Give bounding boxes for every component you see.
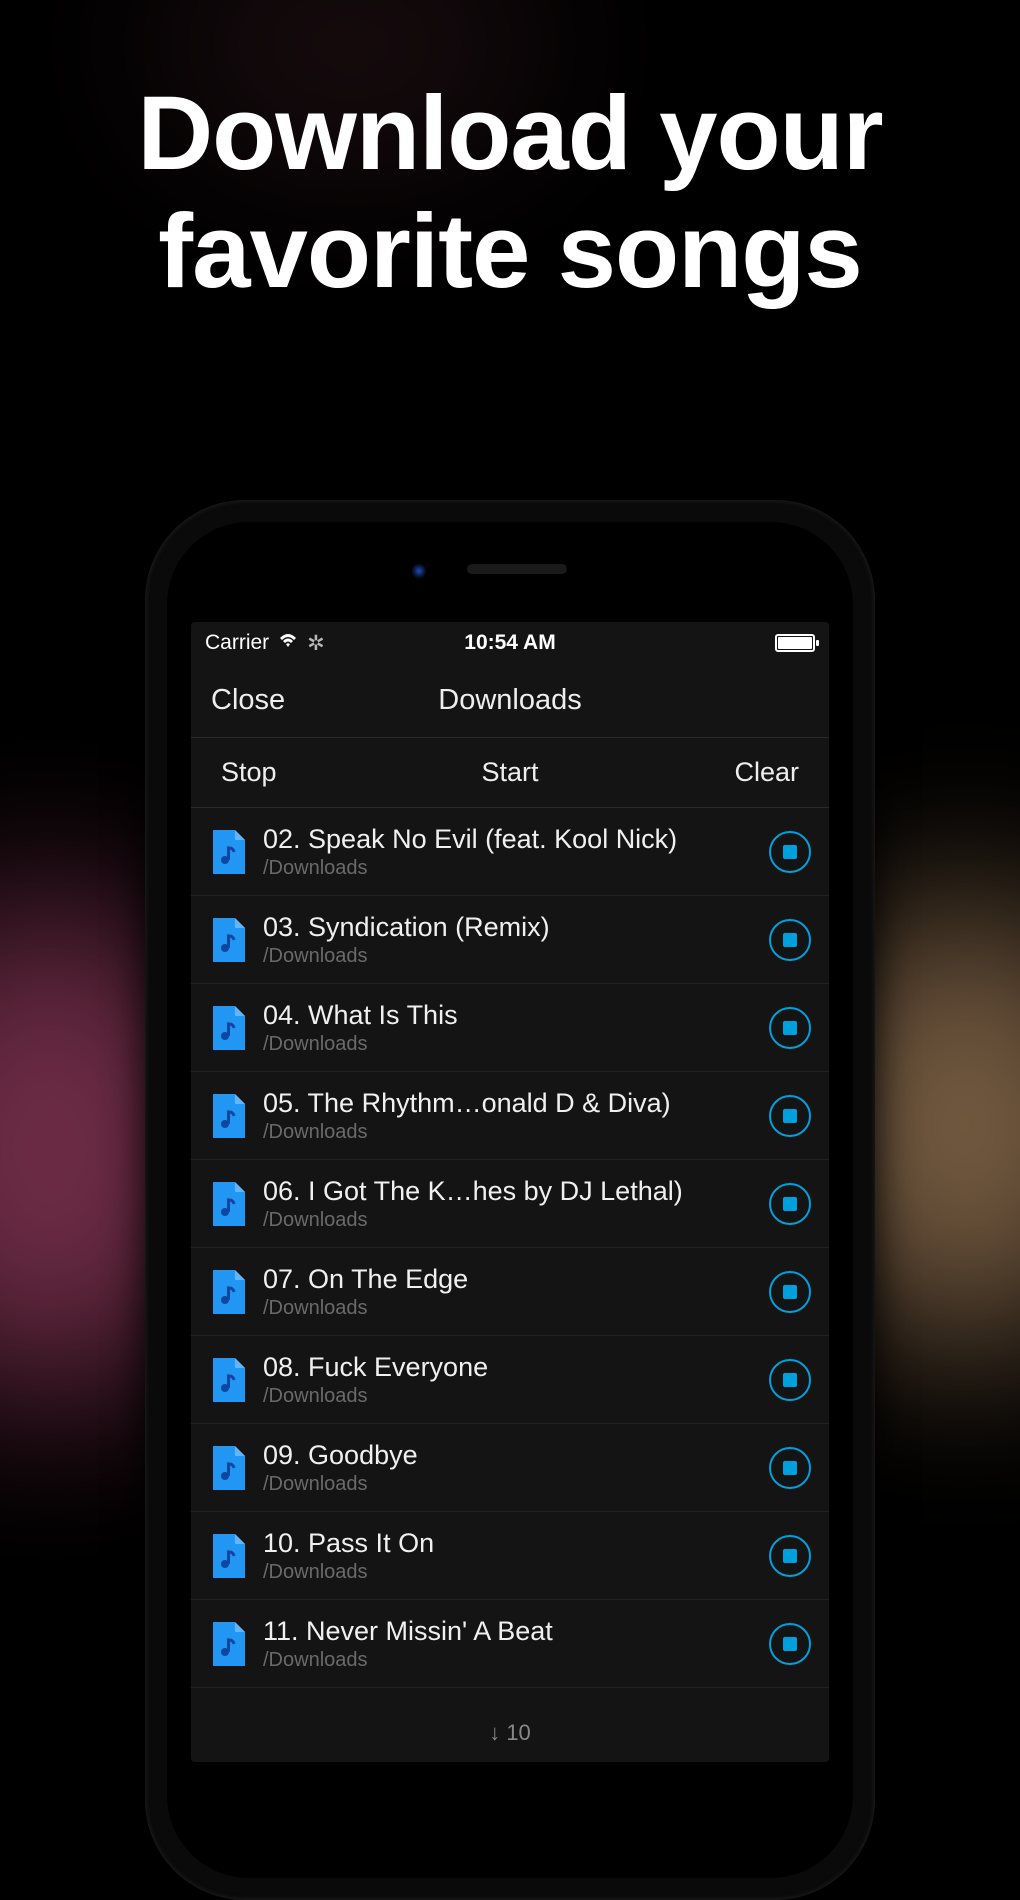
song-path: /Downloads — [263, 1385, 751, 1408]
song-title: 08. Fuck Everyone — [263, 1352, 751, 1383]
row-text: 08. Fuck Everyone /Downloads — [263, 1352, 751, 1408]
list-item[interactable]: 06. I Got The K…hes by DJ Lethal) /Downl… — [191, 1160, 829, 1248]
song-title: 04. What Is This — [263, 1000, 751, 1031]
music-file-icon — [211, 1006, 245, 1050]
music-file-icon — [211, 1270, 245, 1314]
music-file-icon — [211, 1094, 245, 1138]
status-bar: Carrier ✲ 10:54 AM — [191, 622, 829, 664]
music-file-icon — [211, 918, 245, 962]
speaker-icon — [467, 564, 567, 574]
headline-line: favorite songs — [158, 193, 862, 310]
list-item[interactable]: 11. Never Missin' A Beat /Downloads — [191, 1600, 829, 1688]
stop-download-button[interactable] — [769, 1095, 811, 1137]
stop-all-button[interactable]: Stop — [221, 757, 414, 788]
headline-line: Download your — [137, 75, 882, 192]
song-title: 02. Speak No Evil (feat. Kool Nick) — [263, 824, 751, 855]
list-item[interactable]: 07. On The Edge /Downloads — [191, 1248, 829, 1336]
close-button[interactable]: Close — [211, 684, 410, 717]
row-text: 11. Never Missin' A Beat /Downloads — [263, 1616, 751, 1672]
song-title: 07. On The Edge — [263, 1264, 751, 1295]
phone-screen: Carrier ✲ 10:54 AM Close Downloads Stop — [191, 622, 829, 1762]
clear-button[interactable]: Clear — [606, 757, 799, 788]
list-item[interactable]: 04. What Is This /Downloads — [191, 984, 829, 1072]
list-item[interactable]: 03. Syndication (Remix) /Downloads — [191, 896, 829, 984]
stop-download-button[interactable] — [769, 1359, 811, 1401]
song-title: 05. The Rhythm…onald D & Diva) — [263, 1088, 751, 1119]
list-item[interactable]: 02. Speak No Evil (feat. Kool Nick) /Dow… — [191, 808, 829, 896]
statusbar-time: 10:54 AM — [408, 631, 611, 655]
song-path: /Downloads — [263, 1209, 751, 1232]
music-file-icon — [211, 1358, 245, 1402]
marketing-headline: Download your favorite songs — [0, 75, 1020, 310]
stop-download-button[interactable] — [769, 831, 811, 873]
carrier-label: Carrier — [205, 631, 269, 655]
song-title: 03. Syndication (Remix) — [263, 912, 751, 943]
row-text: 03. Syndication (Remix) /Downloads — [263, 912, 751, 968]
row-text: 04. What Is This /Downloads — [263, 1000, 751, 1056]
song-path: /Downloads — [263, 1033, 751, 1056]
stop-download-button[interactable] — [769, 1535, 811, 1577]
phone-top — [177, 532, 843, 622]
phone-frame: Carrier ✲ 10:54 AM Close Downloads Stop — [145, 500, 875, 1900]
camera-icon — [412, 564, 426, 578]
music-file-icon — [211, 830, 245, 874]
stop-download-button[interactable] — [769, 1447, 811, 1489]
footer-count: ↓ 10 — [191, 1704, 829, 1762]
list-item[interactable]: 05. The Rhythm…onald D & Diva) /Download… — [191, 1072, 829, 1160]
music-file-icon — [211, 1446, 245, 1490]
row-text: 09. Goodbye /Downloads — [263, 1440, 751, 1496]
stop-download-button[interactable] — [769, 919, 811, 961]
song-title: 10. Pass It On — [263, 1528, 751, 1559]
nav-bar: Close Downloads — [191, 664, 829, 738]
song-path: /Downloads — [263, 857, 751, 880]
music-file-icon — [211, 1534, 245, 1578]
downloads-list[interactable]: 02. Speak No Evil (feat. Kool Nick) /Dow… — [191, 808, 829, 1704]
song-path: /Downloads — [263, 1649, 751, 1672]
stop-download-button[interactable] — [769, 1623, 811, 1665]
song-title: 06. I Got The K…hes by DJ Lethal) — [263, 1176, 751, 1207]
song-path: /Downloads — [263, 1297, 751, 1320]
statusbar-left: Carrier ✲ — [205, 631, 408, 656]
stop-download-button[interactable] — [769, 1183, 811, 1225]
list-item[interactable]: 08. Fuck Everyone /Downloads — [191, 1336, 829, 1424]
song-path: /Downloads — [263, 1473, 751, 1496]
stop-download-button[interactable] — [769, 1007, 811, 1049]
row-text: 02. Speak No Evil (feat. Kool Nick) /Dow… — [263, 824, 751, 880]
page-title: Downloads — [410, 684, 609, 717]
battery-icon — [775, 634, 815, 652]
statusbar-right — [612, 634, 815, 652]
wifi-icon — [277, 631, 299, 655]
list-item[interactable]: 09. Goodbye /Downloads — [191, 1424, 829, 1512]
song-title: 09. Goodbye — [263, 1440, 751, 1471]
song-path: /Downloads — [263, 1121, 751, 1144]
loading-icon: ✲ — [307, 631, 325, 656]
toolbar: Stop Start Clear — [191, 738, 829, 808]
song-path: /Downloads — [263, 945, 751, 968]
song-path: /Downloads — [263, 1561, 751, 1584]
music-file-icon — [211, 1182, 245, 1226]
row-text: 07. On The Edge /Downloads — [263, 1264, 751, 1320]
music-file-icon — [211, 1622, 245, 1666]
stop-download-button[interactable] — [769, 1271, 811, 1313]
phone-bezel: Carrier ✲ 10:54 AM Close Downloads Stop — [167, 522, 853, 1878]
row-text: 05. The Rhythm…onald D & Diva) /Download… — [263, 1088, 751, 1144]
song-title: 11. Never Missin' A Beat — [263, 1616, 751, 1647]
start-all-button[interactable]: Start — [414, 757, 607, 788]
list-item[interactable]: 10. Pass It On /Downloads — [191, 1512, 829, 1600]
row-text: 10. Pass It On /Downloads — [263, 1528, 751, 1584]
row-text: 06. I Got The K…hes by DJ Lethal) /Downl… — [263, 1176, 751, 1232]
